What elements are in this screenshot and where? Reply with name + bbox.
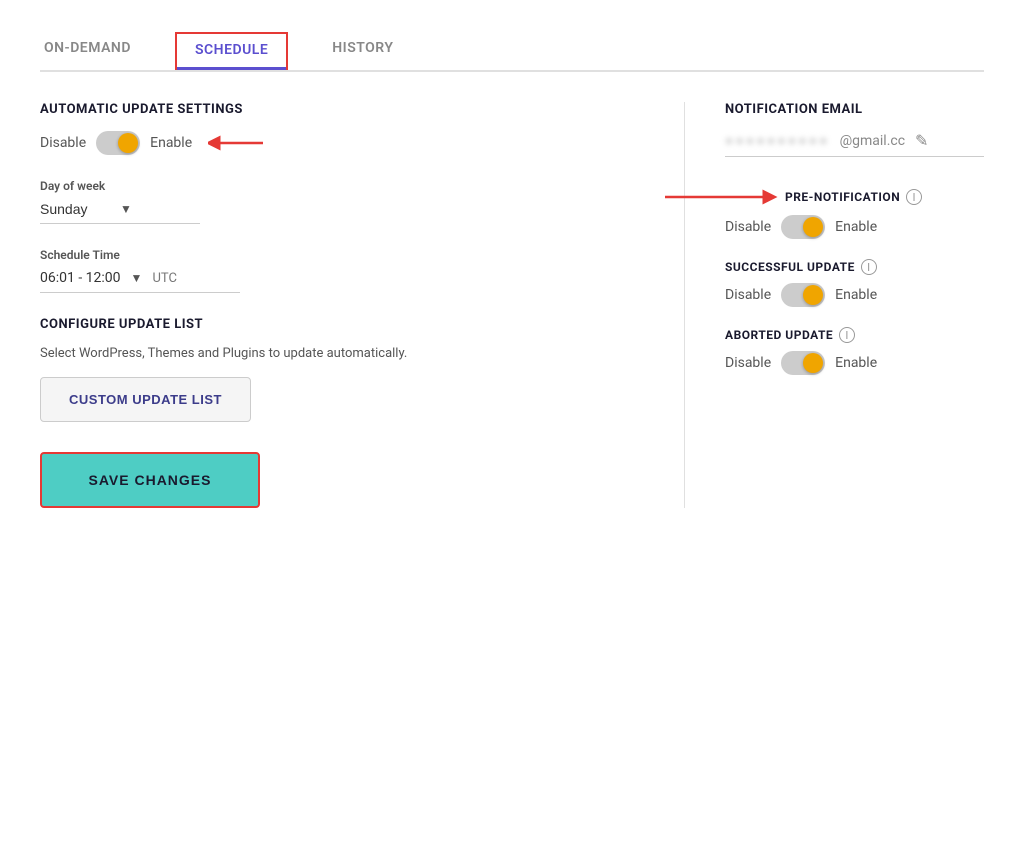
aborted-enable-label: Enable <box>835 355 877 371</box>
aborted-update-section: ABORTED UPDATE i Disable Enable <box>725 327 984 375</box>
left-column: AUTOMATIC UPDATE SETTINGS Disable Enable <box>40 102 624 508</box>
notification-email-section: NOTIFICATION EMAIL ●●●●●●●●●● @gmail.cc … <box>725 102 984 157</box>
arrow-annotation <box>208 131 268 155</box>
tab-history[interactable]: HISTORY <box>328 30 397 70</box>
auto-update-toggle[interactable] <box>96 131 140 155</box>
configure-description: Select WordPress, Themes and Plugins to … <box>40 346 624 361</box>
tab-schedule[interactable]: SCHEDULE <box>175 32 288 70</box>
pre-notification-toggle[interactable] <box>781 215 825 239</box>
time-chevron-down-icon: ▼ <box>131 271 143 285</box>
success-enable-label: Enable <box>835 287 877 303</box>
pre-notif-enable-label: Enable <box>835 219 877 235</box>
aborted-update-label: ABORTED UPDATE <box>725 328 833 342</box>
pre-notification-title-row: PRE-NOTIFICATION i <box>725 187 984 207</box>
email-blurred: ●●●●●●●●●● <box>725 132 830 149</box>
right-column: NOTIFICATION EMAIL ●●●●●●●●●● @gmail.cc … <box>684 102 984 508</box>
aborted-update-toggle-row: Disable Enable <box>725 351 984 375</box>
time-value: 06:01 - 12:00 <box>40 270 121 286</box>
save-button-wrapper: SAVE CHANGES <box>40 452 624 508</box>
tab-on-demand[interactable]: ON-DEMAND <box>40 30 135 70</box>
toggle-knob <box>118 133 138 153</box>
custom-update-list-button[interactable]: CUSTOM UPDATE LIST <box>40 377 251 422</box>
success-toggle-knob <box>803 285 823 305</box>
successful-update-toggle-row: Disable Enable <box>725 283 984 307</box>
successful-update-toggle[interactable] <box>781 283 825 307</box>
notification-email-title: NOTIFICATION EMAIL <box>725 102 984 117</box>
auto-update-toggle-row: Disable Enable <box>40 131 624 155</box>
auto-update-section: AUTOMATIC UPDATE SETTINGS Disable Enable <box>40 102 624 155</box>
tab-bar: ON-DEMAND SCHEDULE HISTORY <box>40 30 984 72</box>
successful-update-section: SUCCESSFUL UPDATE i Disable Enable <box>725 259 984 307</box>
configure-title: CONFIGURE UPDATE LIST <box>40 317 624 332</box>
aborted-toggle-knob <box>803 353 823 373</box>
disable-label: Disable <box>40 135 86 151</box>
pre-notif-disable-label: Disable <box>725 219 771 235</box>
success-disable-label: Disable <box>725 287 771 303</box>
successful-update-label: SUCCESSFUL UPDATE <box>725 260 855 274</box>
schedule-time-label: Schedule Time <box>40 248 624 262</box>
enable-label: Enable <box>150 135 192 151</box>
chevron-down-icon: ▼ <box>120 202 132 216</box>
pre-notif-arrow-icon <box>725 187 775 207</box>
day-select-wrapper: Sunday Monday Tuesday Wednesday Thursday… <box>40 201 200 224</box>
day-of-week-group: Day of week Sunday Monday Tuesday Wednes… <box>40 179 624 224</box>
pre-notification-info-icon: i <box>906 189 922 205</box>
pre-notif-toggle-knob <box>803 217 823 237</box>
successful-update-title-row: SUCCESSFUL UPDATE i <box>725 259 984 275</box>
aborted-update-toggle[interactable] <box>781 351 825 375</box>
pre-notification-section: PRE-NOTIFICATION i Disable Enable <box>725 187 984 239</box>
schedule-time-group: Schedule Time 06:01 - 12:00 ▼ UTC <box>40 248 624 293</box>
day-of-week-label: Day of week <box>40 179 624 193</box>
pre-notification-label: PRE-NOTIFICATION <box>785 190 900 204</box>
schedule-time-field: 06:01 - 12:00 ▼ UTC <box>40 270 240 293</box>
aborted-update-title-row: ABORTED UPDATE i <box>725 327 984 343</box>
save-changes-button[interactable]: SAVE CHANGES <box>40 452 260 508</box>
timezone-label: UTC <box>152 271 176 286</box>
main-content: AUTOMATIC UPDATE SETTINGS Disable Enable <box>40 102 984 508</box>
email-field-row: ●●●●●●●●●● @gmail.cc ✎ <box>725 131 984 157</box>
email-suffix: @gmail.cc <box>840 133 905 149</box>
successful-update-info-icon: i <box>861 259 877 275</box>
aborted-disable-label: Disable <box>725 355 771 371</box>
pre-notification-toggle-row: Disable Enable <box>725 215 984 239</box>
edit-icon[interactable]: ✎ <box>915 131 928 150</box>
aborted-update-info-icon: i <box>839 327 855 343</box>
configure-section: CONFIGURE UPDATE LIST Select WordPress, … <box>40 317 624 422</box>
day-of-week-select[interactable]: Sunday Monday Tuesday Wednesday Thursday… <box>40 201 114 217</box>
auto-update-title: AUTOMATIC UPDATE SETTINGS <box>40 102 624 117</box>
